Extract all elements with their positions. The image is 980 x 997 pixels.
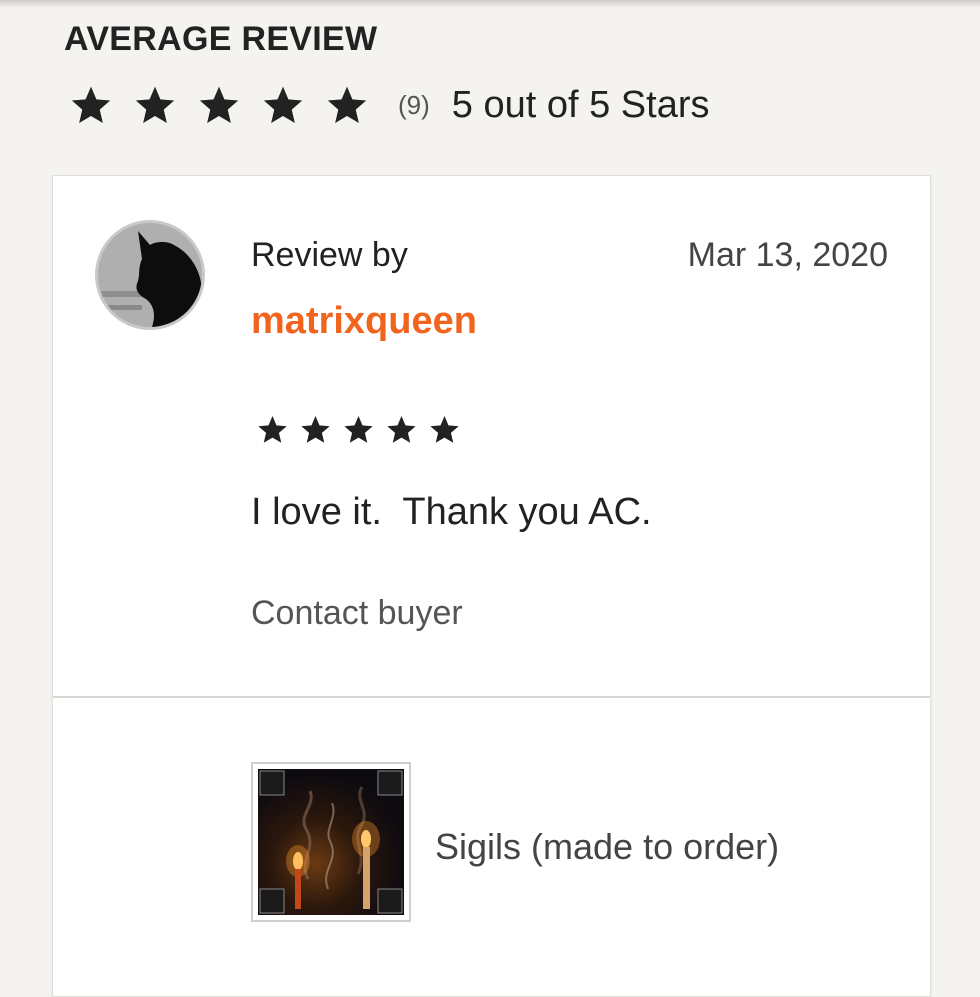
star-icon: [327, 86, 367, 124]
star-icon: [71, 86, 111, 124]
average-review-heading: AVERAGE REVIEW: [64, 20, 378, 58]
star-icon: [387, 415, 416, 443]
star-icon: [258, 415, 287, 443]
review-rating-stars: [257, 414, 460, 445]
average-rating-text: 5 out of 5 Stars: [451, 83, 710, 126]
card-divider: [53, 696, 930, 698]
review-by-label: Review by: [251, 236, 408, 274]
star-icon: [263, 86, 303, 124]
star-icon: [135, 86, 175, 124]
reviewer-username-link[interactable]: matrixqueen: [251, 300, 477, 343]
review-count[interactable]: (9): [398, 90, 430, 121]
star-icon: [344, 415, 373, 443]
star-icon: [430, 415, 459, 443]
contact-buyer-link[interactable]: Contact buyer: [251, 594, 463, 633]
product-image: [258, 769, 404, 915]
average-rating-row: (9) 5 out of 5 Stars: [70, 80, 710, 130]
top-edge-shadow: [0, 0, 980, 8]
star-icon: [199, 86, 239, 124]
cat-silhouette-icon: [98, 223, 202, 327]
star-icon: [301, 415, 330, 443]
candle-photo-icon: [259, 770, 403, 914]
review-date: Mar 13, 2020: [687, 236, 888, 274]
product-title-link[interactable]: Sigils (made to order): [435, 826, 779, 868]
reviewer-avatar[interactable]: [95, 220, 205, 330]
average-rating-stars: [70, 84, 368, 126]
review-card: Review by Mar 13, 2020 matrixqueen I lov…: [52, 175, 931, 997]
review-text: I love it. Thank you AC.: [251, 491, 652, 533]
product-thumbnail[interactable]: [251, 762, 411, 922]
